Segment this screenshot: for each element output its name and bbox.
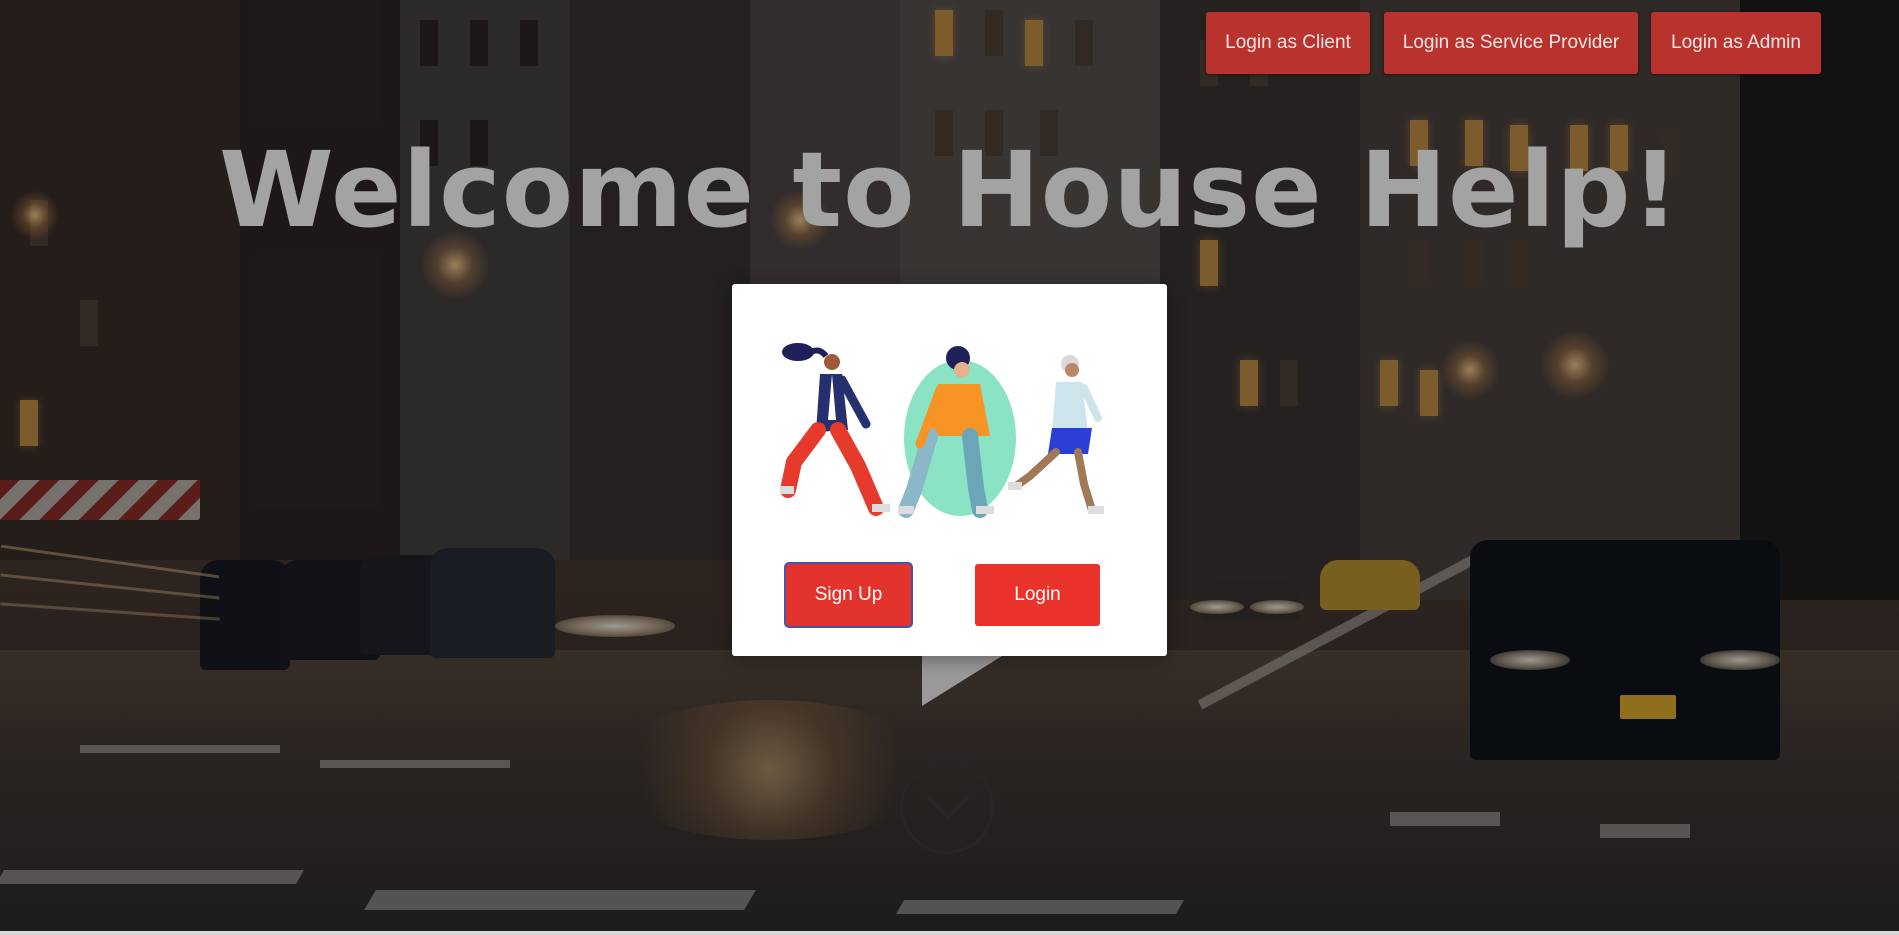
card-tail-decoration xyxy=(922,656,1002,706)
walking-people-illustration xyxy=(780,343,1104,518)
hero-title: Welcome to House Help! xyxy=(218,129,1681,251)
login-button[interactable]: Login xyxy=(975,564,1100,626)
sign-up-button[interactable]: Sign Up xyxy=(786,564,911,626)
scroll-down-button[interactable] xyxy=(900,760,994,854)
bottom-edge xyxy=(0,931,1899,935)
chevron-down-icon xyxy=(925,795,971,820)
top-nav: Login as Client Login as Service Provide… xyxy=(0,12,1899,74)
login-as-service-provider-button[interactable]: Login as Service Provider xyxy=(1384,12,1638,74)
login-as-client-button[interactable]: Login as Client xyxy=(1206,12,1370,74)
login-as-admin-button[interactable]: Login as Admin xyxy=(1651,12,1821,74)
auth-card: Sign Up Login xyxy=(732,284,1167,656)
